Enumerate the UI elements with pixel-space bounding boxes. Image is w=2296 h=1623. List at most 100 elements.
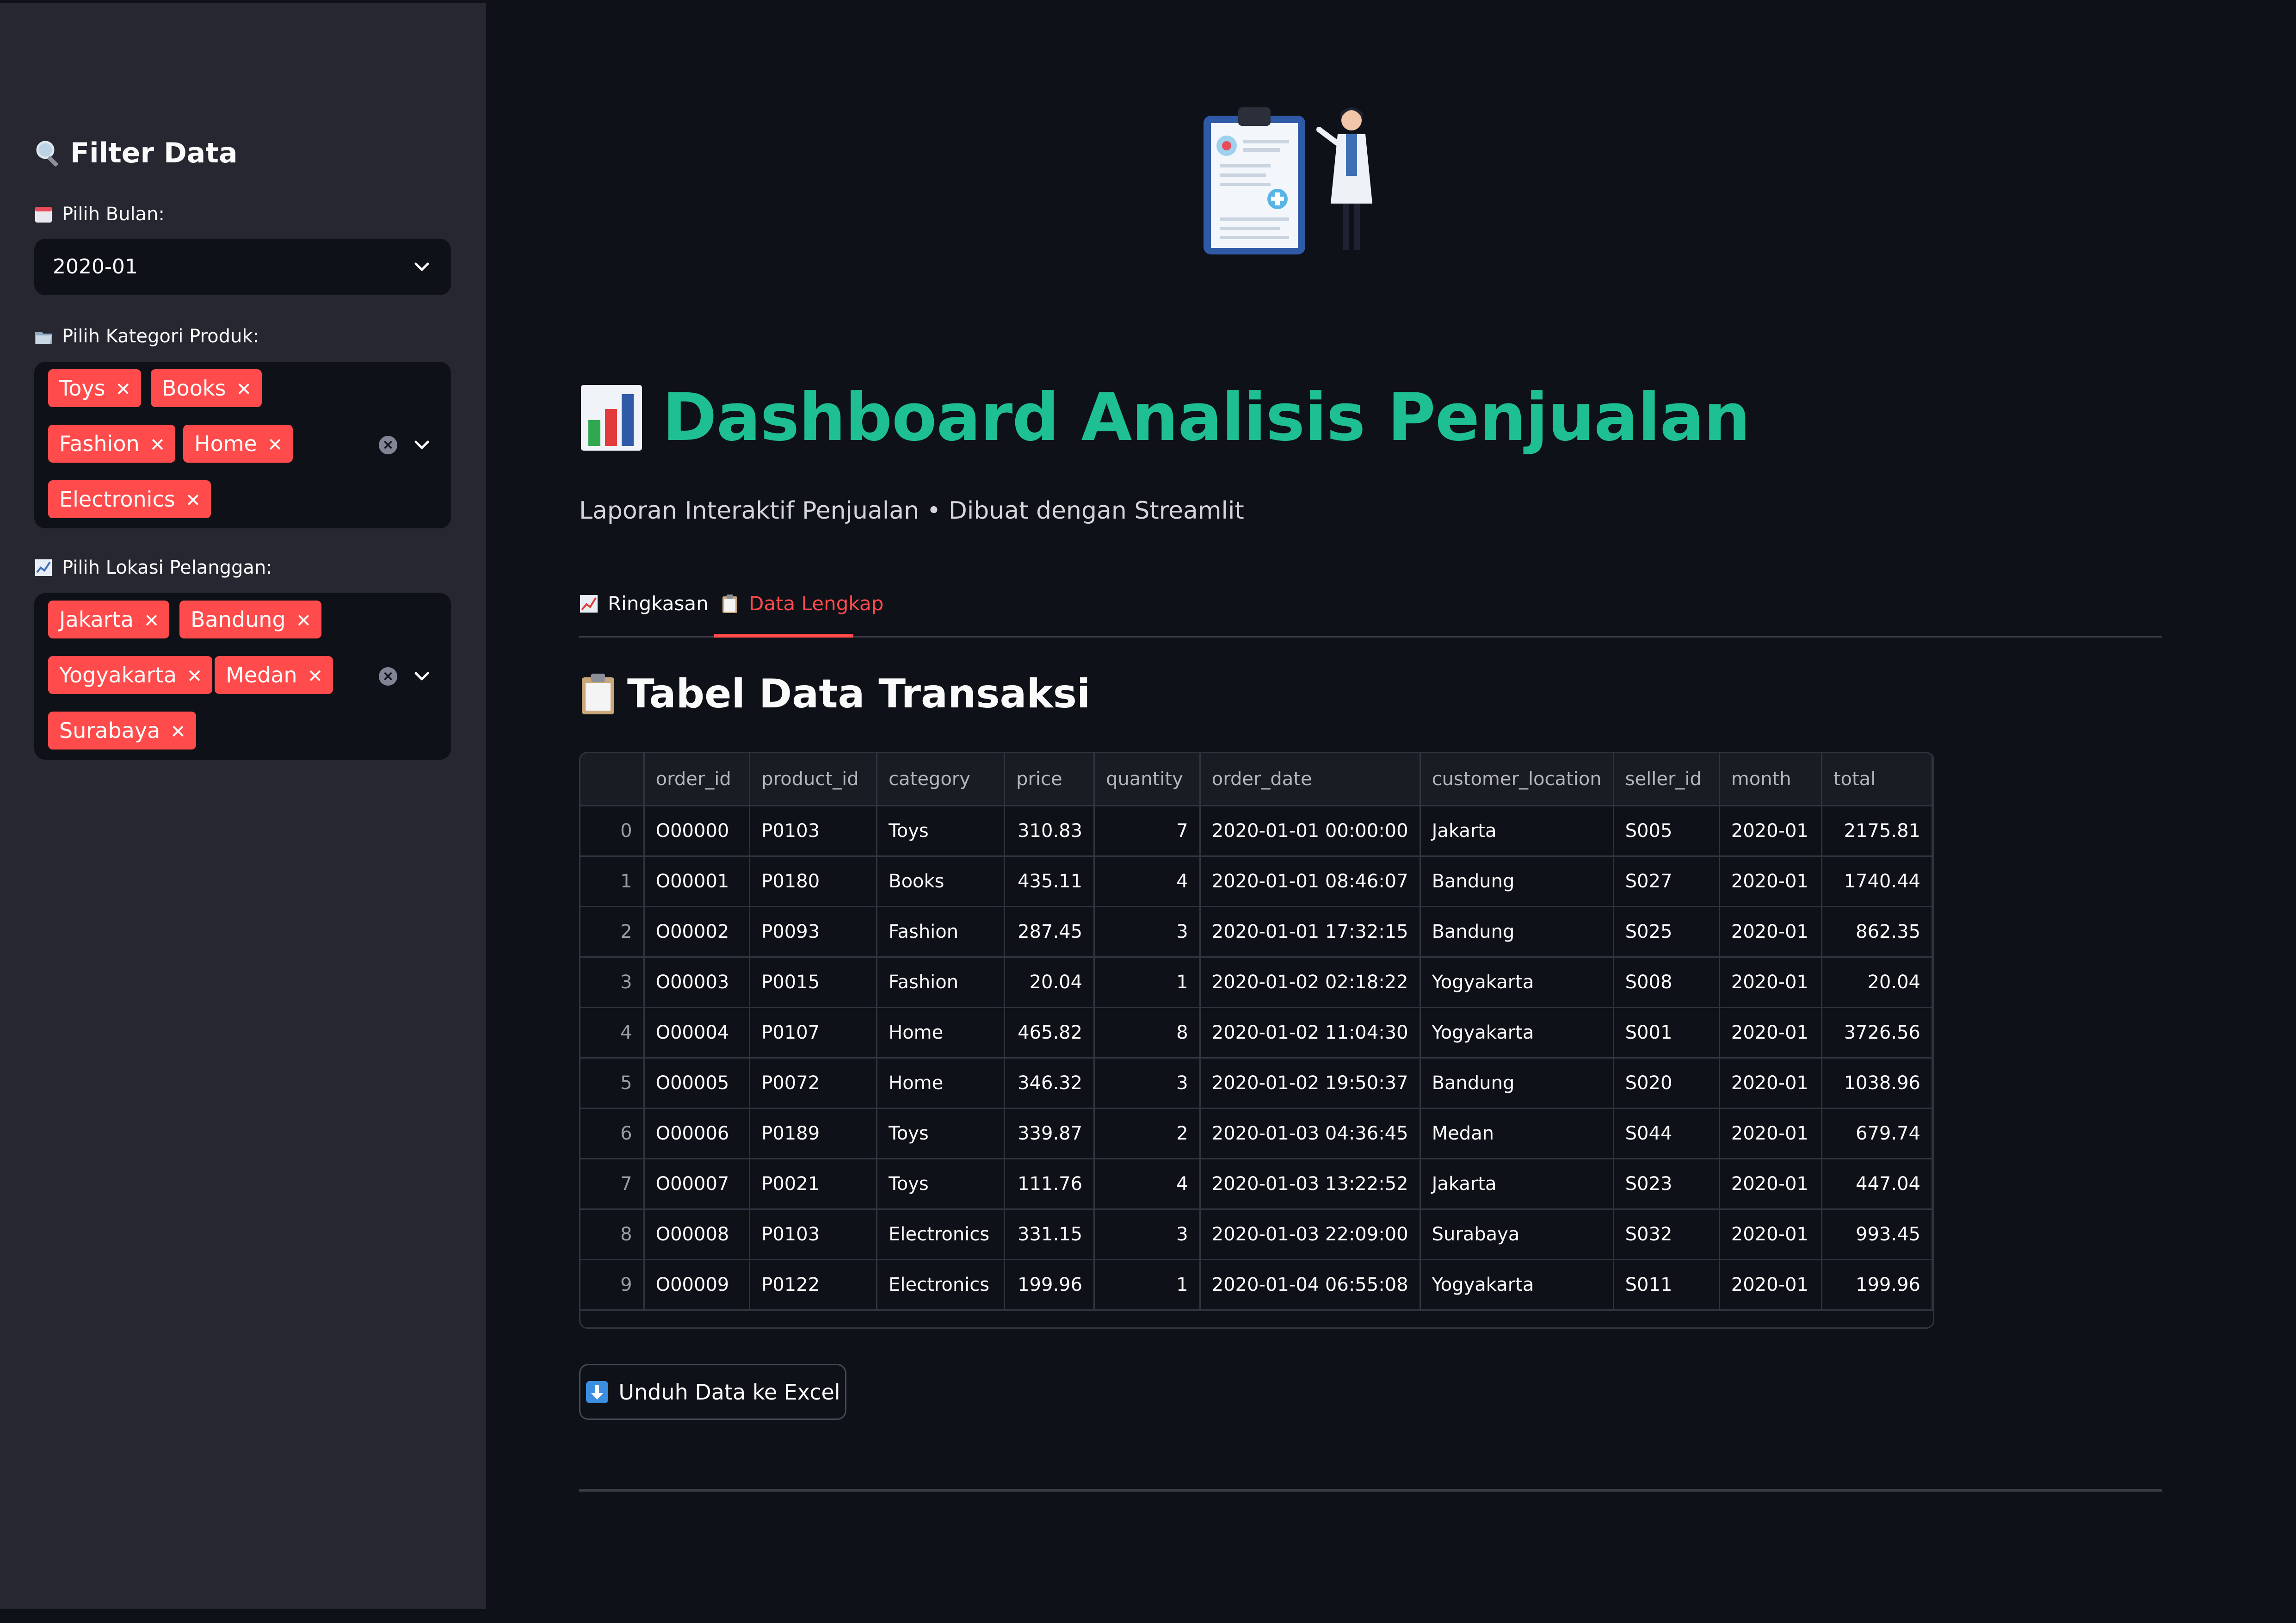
table-cell[interactable]: 310.83 (1004, 805, 1095, 857)
table-cell[interactable]: O00003 (644, 957, 751, 1008)
category-tag[interactable]: Home ✕ (183, 425, 293, 463)
table-cell[interactable]: 465.82 (1004, 1007, 1095, 1059)
table-cell[interactable]: O00000 (644, 805, 751, 857)
tab-data-lengkap[interactable]: Data Lengkap (720, 592, 883, 615)
table-cell[interactable]: 287.45 (1004, 906, 1095, 958)
table-cell[interactable]: 2020-01-03 22:09:00 (1200, 1209, 1421, 1260)
remove-tag-icon[interactable]: ✕ (170, 721, 186, 743)
column-header-price[interactable]: price (1004, 753, 1095, 806)
category-tag[interactable]: Toys ✕ (48, 369, 142, 407)
column-header-index[interactable] (580, 753, 645, 806)
table-cell[interactable]: Toys (876, 1108, 1006, 1159)
table-cell[interactable]: P0103 (749, 805, 878, 857)
table-cell[interactable]: 435.11 (1004, 856, 1095, 907)
table-cell[interactable]: S023 (1613, 1158, 1720, 1210)
table-cell[interactable]: 2020-01-03 04:36:45 (1200, 1108, 1421, 1159)
table-cell[interactable]: Surabaya (1420, 1209, 1614, 1260)
table-cell[interactable]: S025 (1613, 906, 1720, 958)
table-cell[interactable]: O00002 (644, 906, 751, 958)
clear-all-icon[interactable]: × (379, 667, 397, 686)
table-cell[interactable]: 2020-01 (1719, 906, 1822, 958)
table-cell[interactable]: O00007 (644, 1158, 751, 1210)
table-cell[interactable]: Jakarta (1420, 805, 1614, 857)
table-cell[interactable]: 346.32 (1004, 1058, 1095, 1109)
location-tag[interactable]: Surabaya ✕ (48, 712, 196, 750)
table-cell[interactable]: 8 (1094, 1007, 1201, 1059)
table-row[interactable]: 0 O00000 P0103 Toys 310.83 7 2020-01-01 00:00:… (580, 805, 1933, 857)
table-cell[interactable]: Home (876, 1007, 1006, 1059)
table-cell[interactable]: S011 (1613, 1259, 1720, 1311)
table-cell[interactable]: O00008 (644, 1209, 751, 1260)
remove-tag-icon[interactable]: ✕ (236, 379, 252, 400)
column-header-quantity[interactable]: quantity (1094, 753, 1201, 806)
table-cell[interactable]: Home (876, 1058, 1006, 1109)
table-cell[interactable]: 199.96 (1004, 1259, 1095, 1311)
column-header-seller-id[interactable]: seller_id (1613, 753, 1720, 806)
table-cell[interactable]: Toys (876, 805, 1006, 857)
month-select[interactable]: 2020-01 (34, 239, 451, 295)
table-row[interactable]: 6 O00006 P0189 Toys 339.87 2 2020-01-03 04:36:… (580, 1108, 1933, 1159)
table-cell[interactable]: 447.04 (1821, 1158, 1933, 1210)
table-cell[interactable]: 331.15 (1004, 1209, 1095, 1260)
table-cell[interactable]: 2 (1094, 1108, 1201, 1159)
table-cell[interactable]: 2020-01-02 02:18:22 (1200, 957, 1421, 1008)
table-cell[interactable]: 20.04 (1821, 957, 1933, 1008)
table-cell[interactable]: O00005 (644, 1058, 751, 1109)
download-excel-button[interactable]: Unduh Data ke Excel (579, 1364, 846, 1420)
table-cell[interactable]: 2020-01 (1719, 1158, 1822, 1210)
table-cell[interactable]: 1038.96 (1821, 1058, 1933, 1109)
table-row[interactable]: 8 O00008 P0103 Electronics 331.15 3 2020-01-03… (580, 1209, 1933, 1260)
table-cell[interactable]: 2020-01 (1719, 1259, 1822, 1311)
table-cell[interactable]: Yogyakarta (1420, 1007, 1614, 1059)
table-cell[interactable]: 1 (1094, 1259, 1201, 1311)
table-cell[interactable]: 2020-01 (1719, 805, 1822, 857)
row-index[interactable]: 8 (580, 1209, 645, 1260)
remove-tag-icon[interactable]: ✕ (308, 666, 323, 687)
category-multiselect[interactable]: Toys ✕ Books ✕ Fashion ✕ Home ✕ Electronics ✕… (34, 362, 451, 528)
table-cell[interactable]: 2020-01 (1719, 1108, 1822, 1159)
table-cell[interactable]: 3 (1094, 1209, 1201, 1260)
table-cell[interactable]: P0093 (749, 906, 878, 958)
column-header-category[interactable]: category (876, 753, 1006, 806)
table-cell[interactable]: S001 (1613, 1007, 1720, 1059)
row-index[interactable]: 5 (580, 1058, 645, 1109)
table-cell[interactable]: Bandung (1420, 906, 1614, 958)
table-cell[interactable]: 2020-01-01 08:46:07 (1200, 856, 1421, 907)
location-tag[interactable]: Bandung ✕ (179, 601, 322, 638)
column-header-customer-location[interactable]: customer_location (1420, 753, 1614, 806)
table-cell[interactable]: O00009 (644, 1259, 751, 1311)
row-index[interactable]: 9 (580, 1259, 645, 1311)
table-cell[interactable]: 1740.44 (1821, 856, 1933, 907)
table-cell[interactable]: S044 (1613, 1108, 1720, 1159)
table-cell[interactable]: 2020-01 (1719, 1007, 1822, 1059)
table-cell[interactable]: 2020-01-02 11:04:30 (1200, 1007, 1421, 1059)
table-cell[interactable]: P0015 (749, 957, 878, 1008)
table-cell[interactable]: 2020-01 (1719, 1209, 1822, 1260)
location-tag[interactable]: Yogyakarta ✕ (48, 656, 213, 694)
table-cell[interactable]: S032 (1613, 1209, 1720, 1260)
table-cell[interactable]: Medan (1420, 1108, 1614, 1159)
tab-ringkasan[interactable]: Ringkasan (579, 592, 709, 615)
table-cell[interactable]: Bandung (1420, 1058, 1614, 1109)
category-tag[interactable]: Fashion ✕ (48, 425, 176, 463)
category-tag[interactable]: Electronics ✕ (48, 480, 211, 518)
table-cell[interactable]: 339.87 (1004, 1108, 1095, 1159)
table-cell[interactable]: Toys (876, 1158, 1006, 1210)
table-cell[interactable]: 2020-01 (1719, 1058, 1822, 1109)
table-cell[interactable]: Yogyakarta (1420, 957, 1614, 1008)
row-index[interactable]: 7 (580, 1158, 645, 1210)
table-cell[interactable]: Yogyakarta (1420, 1259, 1614, 1311)
remove-tag-icon[interactable]: ✕ (144, 610, 160, 632)
table-cell[interactable]: 862.35 (1821, 906, 1933, 958)
column-header-product-id[interactable]: product_id (749, 753, 878, 806)
table-cell[interactable]: P0180 (749, 856, 878, 907)
table-cell[interactable]: 2175.81 (1821, 805, 1933, 857)
chevron-down-icon[interactable] (411, 666, 432, 687)
column-header-month[interactable]: month (1719, 753, 1822, 806)
clear-all-icon[interactable]: × (379, 436, 397, 454)
table-cell[interactable]: P0103 (749, 1209, 878, 1260)
column-header-total[interactable]: total (1821, 753, 1933, 806)
table-cell[interactable]: 2020-01-02 19:50:37 (1200, 1058, 1421, 1109)
table-cell[interactable]: Fashion (876, 957, 1006, 1008)
column-header-order-date[interactable]: order_date (1200, 753, 1421, 806)
